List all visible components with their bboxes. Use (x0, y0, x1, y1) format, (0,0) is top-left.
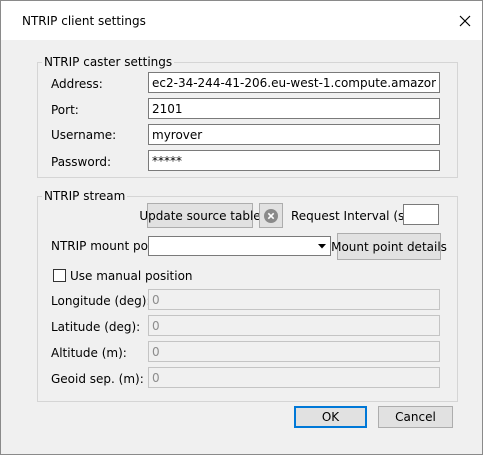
latitude-label: Latitude (deg): (51, 320, 141, 334)
latitude-field (148, 315, 440, 336)
stream-group-label: NTRIP stream (42, 189, 128, 203)
cancel-button[interactable]: Cancel (378, 406, 453, 428)
geoid-separation-field (148, 367, 440, 388)
close-icon (459, 15, 471, 27)
password-field[interactable] (148, 150, 440, 171)
altitude-label: Altitude (m): (51, 346, 127, 360)
port-field[interactable] (148, 98, 440, 119)
address-field[interactable] (148, 72, 440, 93)
port-label: Port: (51, 103, 79, 117)
altitude-field (148, 341, 440, 362)
mount-point-dropdown[interactable] (148, 236, 331, 256)
longitude-field (148, 289, 440, 310)
update-source-table-button[interactable]: Update source table (139, 203, 261, 228)
dropdown-arrow[interactable] (314, 237, 330, 255)
manual-position-label[interactable]: Use manual position (70, 269, 193, 283)
mount-point-details-button[interactable]: Mount point details (331, 233, 447, 260)
request-interval-field[interactable] (403, 204, 439, 225)
longitude-label: Longitude (deg): (51, 294, 151, 308)
ntrip-settings-dialog: NTRIP client settings NTRIP caster setti… (0, 0, 483, 455)
address-label: Address: (51, 77, 103, 91)
caster-settings-group-label: NTRIP caster settings (42, 55, 175, 69)
close-button[interactable] (454, 11, 476, 31)
geoid-separation-label: Geoid sep. (m): (51, 372, 144, 386)
ok-button[interactable]: OK (294, 406, 367, 428)
username-label: Username: (51, 128, 117, 142)
clear-circle-icon (264, 208, 278, 223)
clear-button[interactable] (259, 203, 283, 228)
title-bar[interactable]: NTRIP client settings (1, 1, 482, 40)
manual-position-checkbox[interactable] (53, 269, 66, 282)
username-field[interactable] (148, 124, 440, 145)
chevron-down-icon (318, 243, 326, 248)
dialog-title: NTRIP client settings (22, 14, 146, 28)
password-label: Password: (51, 155, 112, 169)
